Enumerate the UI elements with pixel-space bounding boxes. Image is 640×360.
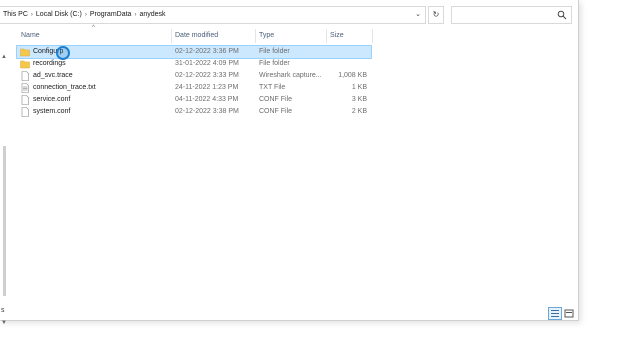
column-divider[interactable] <box>255 29 256 43</box>
navigation-pane[interactable]: ▲ ▼ <box>0 26 10 326</box>
file-row[interactable]: connection_trace.txt 24-11-2022 1:23 PM … <box>17 82 371 94</box>
nav-scrollbar-thumb[interactable] <box>3 146 6 296</box>
scroll-up-icon[interactable]: ▲ <box>1 54 7 60</box>
breadcrumb-programdata[interactable]: ProgramData <box>90 11 132 18</box>
file-date: 02-12-2022 3:33 PM <box>175 72 239 79</box>
file-date: 24-11-2022 1:23 PM <box>175 84 239 91</box>
file-type: Wireshark capture... <box>259 72 322 79</box>
address-row: This PC › Local Disk (C:) › ProgramData › anyd… <box>0 6 578 24</box>
address-bar[interactable]: This PC › Local Disk (C:) › ProgramData › anyd… <box>0 6 412 24</box>
file-type: File folder <box>259 60 290 67</box>
folder-icon <box>20 48 30 57</box>
large-icons-view-icon <box>564 309 574 318</box>
search-input[interactable] <box>454 8 553 22</box>
file-name: system.conf <box>33 108 71 115</box>
column-divider[interactable] <box>326 29 327 43</box>
file-date: 04-11-2022 4:33 PM <box>175 96 239 103</box>
breadcrumb-separator-icon[interactable]: › <box>134 12 136 18</box>
file-icon <box>21 107 29 117</box>
file-size: 1 KB <box>351 84 367 91</box>
file-name: connection_trace.txt <box>33 84 96 91</box>
file-name: service.conf <box>33 96 71 103</box>
file-type: CONF File <box>259 108 293 115</box>
file-row[interactable]: service.conf 04-11-2022 4:33 PM CONF Fil… <box>17 94 371 106</box>
details-view-button[interactable] <box>548 307 562 320</box>
file-row[interactable]: Configurp 02-12-2022 3:36 PM File folder <box>16 45 372 59</box>
file-row[interactable]: system.conf 02-12-2022 3:38 PM CONF File… <box>17 106 371 118</box>
column-header-name[interactable]: Name <box>21 30 40 42</box>
column-divider[interactable] <box>171 29 172 43</box>
column-header-date[interactable]: Date modified <box>175 30 218 42</box>
scroll-down-icon[interactable]: ▼ <box>1 320 7 326</box>
file-size: 1,008 KB <box>338 72 367 79</box>
file-row[interactable]: recordings 31-01-2022 4:09 PM File folde… <box>17 58 371 70</box>
breadcrumb-local-disk[interactable]: Local Disk (C:) <box>36 11 82 18</box>
column-header-size[interactable]: Size <box>330 30 344 42</box>
file-size: 3 KB <box>351 96 367 103</box>
file-icon <box>21 95 29 105</box>
search-box[interactable] <box>451 6 572 24</box>
search-icon <box>557 10 567 20</box>
breadcrumb: This PC › Local Disk (C:) › ProgramData › anyd… <box>3 11 166 18</box>
breadcrumb-separator-icon[interactable]: › <box>31 12 33 18</box>
column-header-type[interactable]: Type <box>259 30 274 42</box>
file-name: recordings <box>33 60 66 67</box>
column-divider[interactable] <box>372 29 373 43</box>
refresh-icon: ↻ <box>432 10 440 19</box>
file-explorer-window: This PC › Local Disk (C:) › ProgramData › anyd… <box>0 0 579 326</box>
details-view-icon <box>551 310 559 317</box>
nav-item-truncated[interactable]: s <box>1 307 5 314</box>
file-name: ad_svc.trace <box>33 72 73 79</box>
chevron-down-icon: ⌄ <box>415 11 421 18</box>
file-type: File folder <box>259 48 290 55</box>
file-type: CONF File <box>259 96 293 103</box>
file-type: TXT File <box>259 84 286 91</box>
file-date: 02-12-2022 3:38 PM <box>175 108 239 115</box>
refresh-button[interactable]: ↻ <box>428 6 444 24</box>
breadcrumb-anydesk[interactable]: anydesk <box>139 11 165 18</box>
file-row[interactable]: ad_svc.trace 02-12-2022 3:33 PM Wireshar… <box>17 70 371 82</box>
large-icons-view-button[interactable] <box>562 307 576 320</box>
folder-icon <box>20 60 30 69</box>
breadcrumb-this-pc[interactable]: This PC <box>3 11 28 18</box>
file-date: 02-12-2022 3:36 PM <box>175 48 239 55</box>
file-icon <box>21 71 29 81</box>
breadcrumb-separator-icon[interactable]: › <box>85 12 87 18</box>
file-date: 31-01-2022 4:09 PM <box>175 60 239 67</box>
text-file-icon <box>21 83 29 93</box>
address-history-dropdown[interactable]: ⌄ <box>411 6 426 24</box>
sort-ascending-icon: ^ <box>92 25 95 31</box>
file-size: 2 KB <box>351 108 367 115</box>
cursor-highlight-icon <box>56 46 70 60</box>
